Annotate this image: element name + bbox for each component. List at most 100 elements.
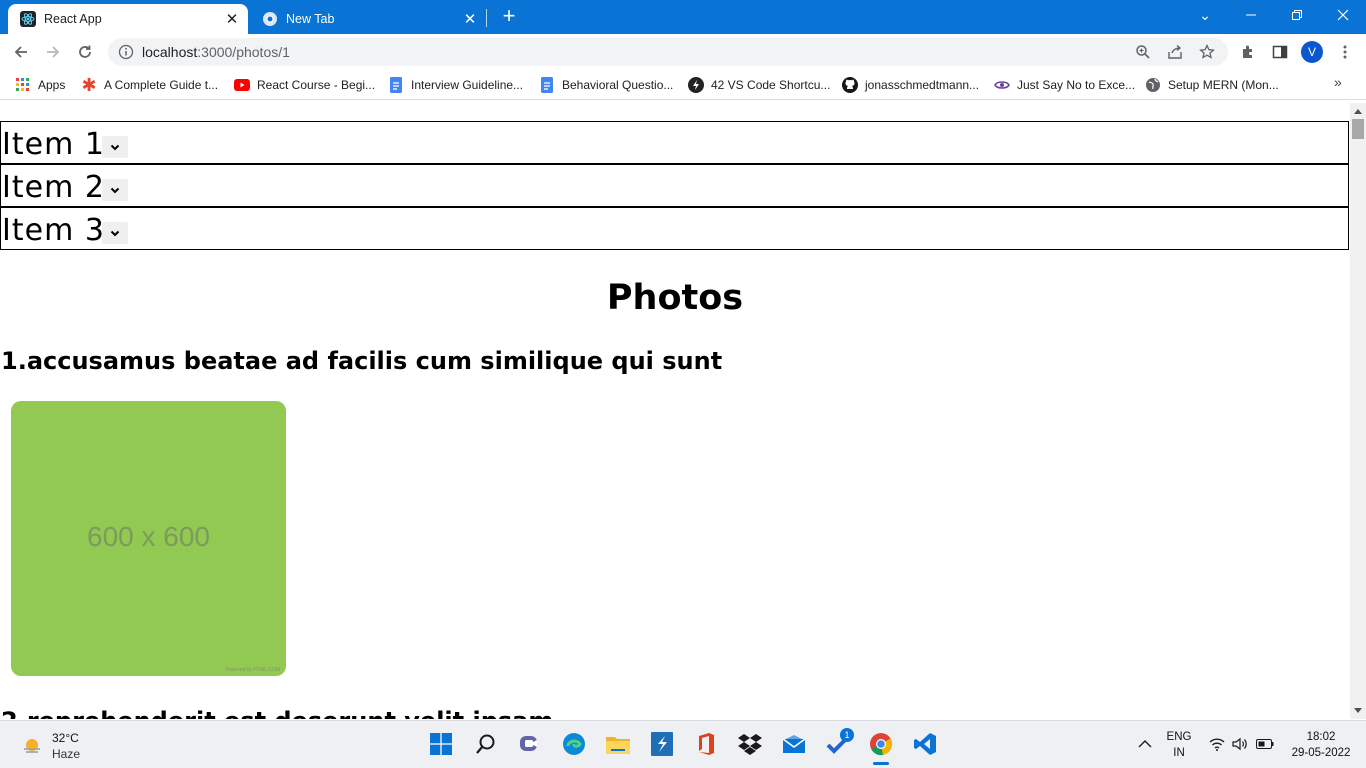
clock-time[interactable]: 18:02 [1286,731,1356,743]
weather-temperature: 32°C [52,731,79,745]
battery-icon[interactable] [1251,730,1279,758]
chevron-down-icon[interactable] [102,222,128,244]
browser-toolbar: localhost:3000/photos/1 [0,34,1366,70]
docs-icon [388,77,404,93]
search-icon[interactable] [472,730,500,758]
react-icon [20,11,36,27]
profile-avatar[interactable]: V [1301,41,1323,63]
menu-item-1[interactable]: Item 1 [0,121,1349,164]
chevron-up-icon[interactable] [1131,730,1159,758]
close-icon[interactable]: ✕ [222,9,242,29]
url-text: localhost:3000/photos/1 [142,44,290,60]
windows-start-icon[interactable] [427,730,455,758]
bookmark-apps[interactable]: Apps [15,76,65,94]
docs-icon [539,77,555,93]
new-tab-button[interactable]: + [497,5,521,29]
vscode-shortcut-icon [688,77,704,93]
bookmark-label: 42 VS Code Shortcu... [711,78,831,92]
active-app-indicator [873,762,889,765]
bookmark-react-course[interactable]: React Course - Begi... [234,76,375,94]
bookmark-label: Interview Guideline... [411,78,524,92]
edge-icon[interactable] [560,730,588,758]
close-icon[interactable]: ✕ [460,9,480,29]
weather-condition: Haze [52,747,81,761]
placeholder-text: 600 x 600 [87,521,210,552]
youtube-icon [234,77,250,93]
tab-title: New Tab [286,12,335,26]
file-explorer-icon[interactable] [604,730,632,758]
chevron-down-icon[interactable] [102,136,128,158]
github-icon [842,77,858,93]
side-panel-icon[interactable] [1269,41,1291,63]
bookmarks-bar: Apps ✱ A Complete Guide t... React Cours… [0,70,1366,100]
chevron-down-icon[interactable] [102,179,128,201]
eye-icon [994,77,1010,93]
bookmark-label: Just Say No to Exce... [1017,78,1136,92]
windows-taskbar: 32°C Haze 1 ENG IN 18:02 29-05-2022 [0,720,1366,768]
site-info-icon[interactable] [118,44,134,60]
bookmark-label: Apps [38,78,66,92]
todo-badge: 1 [840,728,854,742]
bookmark-complete-guide[interactable]: ✱ A Complete Guide t... [81,74,219,95]
asterisk-icon: ✱ [81,74,97,95]
page-scrollbar[interactable] [1350,103,1366,719]
chrome-icon[interactable] [867,730,895,758]
zoom-icon[interactable] [1134,43,1152,61]
tab-divider [486,9,487,27]
mail-icon[interactable] [780,730,808,758]
bookmark-interview-guidelines[interactable]: Interview Guideline... [388,76,523,94]
dropbox-icon[interactable] [736,730,764,758]
tab-strip: React App ✕ New Tab ✕ + ⌄ [0,0,1366,34]
bookmark-setup-mern[interactable]: Setup MERN (Mon... [1145,76,1279,94]
scroll-thumb[interactable] [1352,119,1364,139]
tab-new-tab[interactable]: New Tab ✕ [250,4,486,34]
scroll-up-icon[interactable] [1354,109,1362,114]
more-menu-icon[interactable] [1334,41,1356,63]
menu-item-label: Item 2 [2,170,105,205]
bookmarks-overflow-icon[interactable]: » [1334,74,1342,90]
bookmark-label: Behavioral Questio... [562,78,674,92]
extensions-icon[interactable] [1237,41,1259,63]
bookmark-vscode-shortcuts[interactable]: 42 VS Code Shortcu... [688,76,830,94]
language-region[interactable]: IN [1162,747,1196,759]
address-bar[interactable]: localhost:3000/photos/1 [108,38,1228,66]
bookmark-label: A Complete Guide t... [104,78,219,92]
weather-haze-icon[interactable] [22,736,42,756]
globe-icon [1145,77,1161,93]
vscode-icon[interactable] [911,730,939,758]
bookmark-label: React Course - Begi... [257,78,376,92]
volume-icon[interactable] [1226,730,1254,758]
tab-react-app[interactable]: React App ✕ [8,4,248,34]
restore-button[interactable] [1274,0,1320,30]
forward-button[interactable] [40,39,66,65]
menu-item-3[interactable]: Item 3 [0,207,1349,250]
bookmark-just-say-no[interactable]: Just Say No to Exce... [994,76,1135,94]
office-icon[interactable] [692,730,720,758]
share-icon[interactable] [1166,43,1184,61]
menu-item-label: Item 3 [2,213,105,248]
bookmark-github[interactable]: jonasschmedtmann... [842,76,979,94]
sql-server-icon[interactable] [648,730,676,758]
minimize-button[interactable] [1228,0,1274,30]
close-window-button[interactable] [1320,0,1366,30]
tab-search-icon[interactable]: ⌄ [1182,0,1228,30]
menu-item-label: Item 1 [2,127,105,162]
scroll-down-icon[interactable] [1354,708,1362,713]
apps-grid-icon [15,77,31,93]
menu-item-2[interactable]: Item 2 [0,164,1349,207]
chrome-icon [262,11,278,27]
teams-chat-icon[interactable] [516,730,544,758]
back-button[interactable] [8,39,34,65]
reload-button[interactable] [72,39,98,65]
page-viewport: Item 1 Item 2 Item 3 Photos 1.accusamus … [0,103,1350,719]
bookmark-label: Setup MERN (Mon... [1168,78,1279,92]
page-title: Photos [606,278,744,318]
photo-thumbnail[interactable]: 600 x 600 Powered by HTML.COM [11,401,286,676]
clock-date[interactable]: 29-05-2022 [1286,747,1356,759]
star-icon[interactable] [1198,43,1216,61]
photo-title: 1.accusamus beatae ad facilis cum simili… [1,347,723,375]
placeholder-credit: Powered by HTML.COM [225,667,280,673]
language-code[interactable]: ENG [1162,731,1196,743]
bookmark-label: jonasschmedtmann... [865,78,980,92]
bookmark-behavioral-questions[interactable]: Behavioral Questio... [539,76,673,94]
